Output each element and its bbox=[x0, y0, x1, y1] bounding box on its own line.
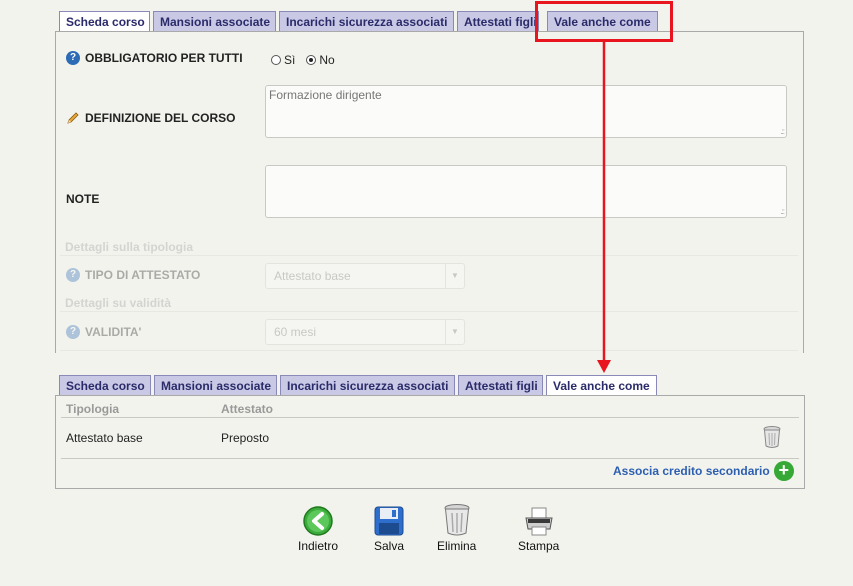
tab-attestati-figli[interactable]: Attestati figli bbox=[457, 11, 539, 31]
top-tab-bar: Scheda corso Mansioni associate Incarich… bbox=[59, 11, 539, 31]
trash-icon bbox=[441, 503, 473, 537]
bottom-tab-bar: Scheda corso Mansioni associate Incarich… bbox=[59, 375, 657, 395]
table-footer-divider bbox=[61, 458, 799, 459]
validity-select-value: 60 mesi bbox=[274, 325, 317, 339]
cell-attestato: Preposto bbox=[221, 431, 270, 445]
type-select-value: Attestato base bbox=[274, 269, 351, 283]
tab-mansioni-associate[interactable]: Mansioni associate bbox=[153, 11, 276, 31]
mandatory-radio-group: Sì No bbox=[271, 53, 335, 67]
definition-label-text: DEFINIZIONE DEL CORSO bbox=[85, 111, 236, 125]
radio-no[interactable] bbox=[306, 55, 317, 65]
delete-button[interactable]: Elimina bbox=[437, 503, 476, 553]
type-section-title: Dettagli sulla tipologia bbox=[65, 240, 194, 254]
save-label: Salva bbox=[373, 539, 405, 553]
table-header-attestato: Attestato bbox=[221, 402, 274, 416]
add-secondary-credit-link[interactable]: Associa credito secondario + bbox=[613, 461, 794, 481]
radio-yes[interactable] bbox=[271, 55, 281, 65]
chevron-down-icon: ▼ bbox=[445, 264, 464, 288]
print-label: Stampa bbox=[518, 539, 560, 553]
definition-label: DEFINIZIONE DEL CORSO bbox=[66, 111, 235, 125]
divider bbox=[60, 255, 798, 256]
add-icon[interactable]: + bbox=[773, 461, 794, 481]
help-icon[interactable]: ? bbox=[66, 51, 80, 65]
tab-attestati-figli[interactable]: Attestati figli bbox=[458, 375, 543, 395]
divider bbox=[60, 311, 798, 312]
definition-textarea[interactable]: Formazione dirigente .:: bbox=[265, 85, 787, 138]
tab-scheda-corso[interactable]: Scheda corso bbox=[59, 375, 151, 395]
definition-value: Formazione dirigente bbox=[269, 88, 382, 102]
mandatory-label-text: OBBLIGATORIO PER TUTTI bbox=[85, 51, 243, 65]
table-header-tipologia: Tipologia bbox=[66, 402, 120, 416]
printer-icon bbox=[523, 505, 555, 537]
resize-grip-icon[interactable]: .:: bbox=[780, 207, 785, 216]
type-label-text: TIPO DI ATTESTATO bbox=[85, 268, 201, 282]
tab-vale-anche-come[interactable]: Vale anche come bbox=[546, 375, 657, 395]
help-icon[interactable]: ? bbox=[66, 268, 80, 282]
back-button[interactable]: Indietro bbox=[298, 505, 338, 553]
tab-incarichi-sicurezza[interactable]: Incarichi sicurezza associati bbox=[280, 375, 455, 395]
mandatory-label: ? OBBLIGATORIO PER TUTTI bbox=[66, 51, 243, 65]
divider bbox=[60, 350, 798, 351]
table-header-divider bbox=[61, 417, 799, 418]
back-label: Indietro bbox=[298, 539, 339, 553]
chevron-down-icon: ▼ bbox=[445, 320, 464, 344]
cell-tipologia: Attestato base bbox=[66, 431, 143, 445]
type-select[interactable]: Attestato base ▼ bbox=[265, 263, 465, 289]
save-button[interactable]: Salva bbox=[373, 505, 405, 553]
highlight-box bbox=[535, 1, 673, 42]
trash-icon[interactable] bbox=[762, 425, 782, 449]
tab-mansioni-associate[interactable]: Mansioni associate bbox=[154, 375, 277, 395]
pencil-icon bbox=[66, 111, 80, 125]
floppy-disk-icon bbox=[373, 505, 405, 537]
radio-yes-label: Sì bbox=[284, 53, 296, 67]
arrow-annotation bbox=[597, 40, 611, 373]
validity-select[interactable]: 60 mesi ▼ bbox=[265, 319, 465, 345]
add-link-label: Associa credito secondario bbox=[613, 464, 770, 478]
tab-incarichi-sicurezza[interactable]: Incarichi sicurezza associati bbox=[279, 11, 454, 31]
type-label: ? TIPO DI ATTESTATO bbox=[66, 268, 200, 282]
radio-no-label: No bbox=[319, 53, 335, 67]
notes-label-text: NOTE bbox=[66, 192, 100, 206]
help-icon[interactable]: ? bbox=[66, 325, 80, 339]
delete-label: Elimina bbox=[437, 539, 477, 553]
tab-scheda-corso[interactable]: Scheda corso bbox=[59, 11, 150, 31]
notes-textarea[interactable]: .:: bbox=[265, 165, 787, 218]
resize-grip-icon[interactable]: .:: bbox=[780, 127, 785, 136]
print-button[interactable]: Stampa bbox=[518, 505, 559, 553]
validity-label-text: VALIDITA' bbox=[85, 325, 142, 339]
validity-label: ? VALIDITA' bbox=[66, 325, 141, 339]
notes-label: NOTE bbox=[66, 192, 99, 206]
validity-section-title: Dettagli su validità bbox=[65, 296, 172, 310]
back-arrow-icon bbox=[302, 505, 334, 537]
